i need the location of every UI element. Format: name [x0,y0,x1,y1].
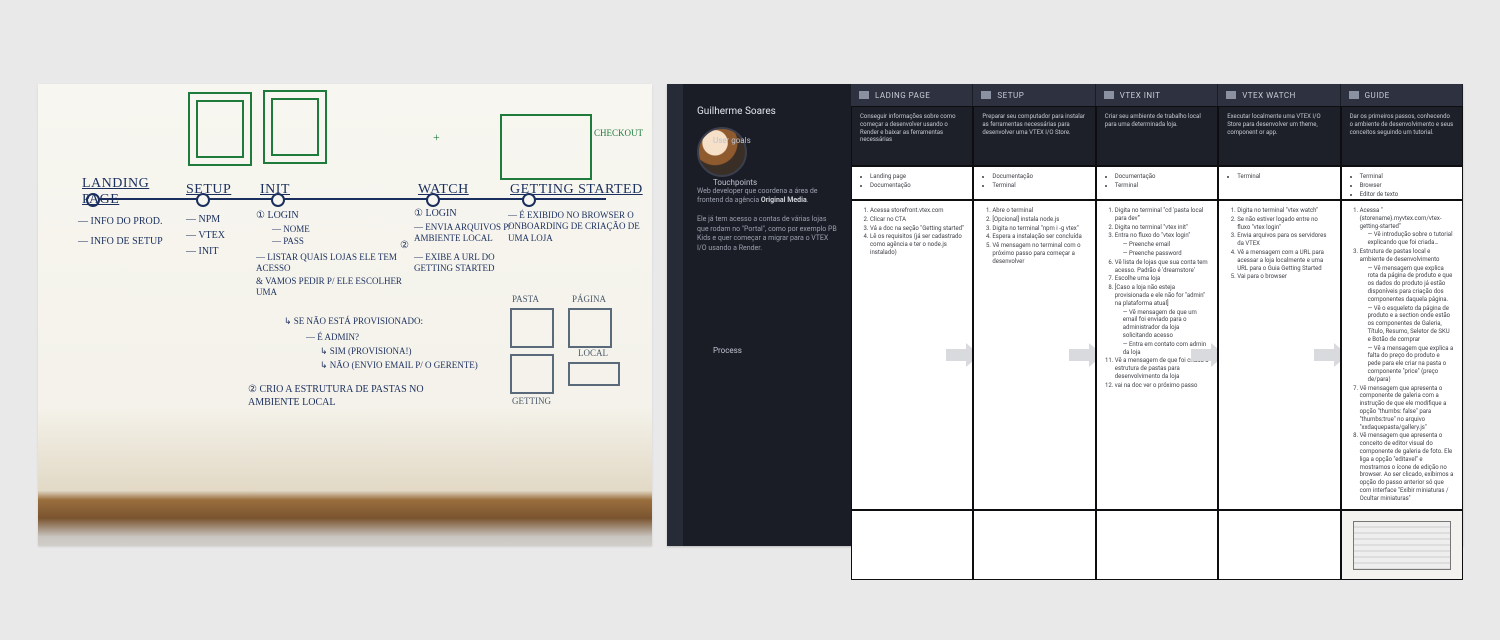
goal-cell[interactable]: Executar localmente uma VTEX I/O Store p… [1218,106,1340,166]
screens-row [851,510,1463,580]
wireframe-sketch [500,114,592,180]
box-sketch [568,308,612,348]
screens-cell[interactable] [1341,510,1463,580]
touch-cell[interactable]: TerminalBrowserEditor de textoEstrutura … [1341,166,1463,200]
col-header[interactable]: VTEX WATCH [1218,84,1340,106]
bullet: — INIT [186,246,219,259]
touch-cell[interactable]: Terminal [1218,166,1340,200]
step-title-getting: GETTING STARTED [510,182,643,198]
arrow-icon [946,343,973,367]
bullet: — É EXIBIDO NO BROWSER O ONBOARDING DE C… [508,210,652,244]
plus-icon: + [433,130,440,145]
sketch-label: LOCAL [578,348,608,359]
bullet: — NOME [272,224,310,235]
persona-name: Guilherme Soares [697,106,837,117]
drag-icon [1104,91,1114,99]
col-header[interactable]: GUIDE [1341,84,1463,106]
bullet: — VTEX [186,230,225,243]
timeline [86,198,606,200]
column-headers: LADING PAGE SETUP VTEX INIT VTEX WATCH G… [851,84,1463,106]
branch: ↳ SIM (PROVISIONA!) [320,346,412,357]
persona-description: Web developer que coordena a área de fro… [697,187,837,253]
avatar [697,127,747,177]
init-step: ② CRIO A ESTRUTURA DE PASTAS NO AMBIENTE… [248,384,468,409]
whiteboard-photo: + CHECKOUT LANDING PAGE SETUP INIT WATCH… [38,84,652,546]
step-title-landing: LANDING PAGE [82,176,162,208]
persona-sidebar: Guilherme Soares Web developer que coord… [683,84,851,546]
bullet: — INFO DO PROD. [78,216,162,229]
process-cell[interactable]: Digita no terminal "vtex watch"Se não es… [1218,200,1340,510]
arrow-icon [1314,343,1341,367]
wireframe-thumbnail [1353,521,1451,571]
sketch-label: PASTA [512,294,539,305]
wireframe-sketch [263,90,327,164]
drag-icon [1226,91,1236,99]
drag-icon [1349,91,1359,99]
process-cell[interactable]: Acessa storefront.vtex.comClicar no CTAV… [851,200,973,510]
step-title-watch: WATCH [418,182,469,198]
sketch-label: CHECKOUT [594,128,643,139]
row-label-goals: User goals [713,136,751,145]
sketch-label: PÁGINA [572,294,606,305]
bullet: — PASS [272,236,304,247]
screens-cell[interactable] [1096,510,1218,580]
bullet: — NPM [186,214,220,227]
bullet: — EXIBE A URL DO GETTING STARTED [414,252,524,275]
process-cell[interactable]: Abre o terminal[Opcional] instala node.j… [973,200,1095,510]
drag-icon [859,91,869,99]
col-header[interactable]: VTEX INIT [1096,84,1218,106]
step-title-init: INIT [260,182,290,198]
goals-row: Conseguir informações sobre como começar… [851,106,1463,166]
screens-cell[interactable] [973,510,1095,580]
box-sketch [510,308,554,348]
goal-cell[interactable]: Dar os primeiros passos, conhecendo o am… [1341,106,1463,166]
sketch-label: GETTING [512,396,551,407]
box-sketch [568,362,620,386]
col-header[interactable]: SETUP [973,84,1095,106]
goal-cell[interactable]: Conseguir informações sobre como começar… [851,106,973,166]
init-step: ① LOGIN [256,210,299,223]
screens-cell[interactable] [1218,510,1340,580]
goal-cell[interactable]: Criar seu ambiente de trabalho local par… [1096,106,1218,166]
wireframe-sketch [188,92,252,166]
journey-map-app: Guilherme Soares Web developer que coord… [667,84,1463,546]
bullet: — LISTAR QUAIS LOJAS ELE TEM ACESSO [256,252,406,275]
screens-cell[interactable] [851,510,973,580]
drag-icon [981,91,991,99]
col-header[interactable]: LADING PAGE [851,84,973,106]
row-label-process: Process [713,346,742,355]
watch-step: ① LOGIN [414,208,457,221]
branch: ↳ NÃO (ENVIO EMAIL P/ O GERENTE) [320,360,478,371]
arrow-icon [1191,343,1218,367]
process-cell[interactable]: Digita no terminal "cd 'pasta local para… [1096,200,1218,510]
branch: — É ADMIN? [306,332,359,343]
goal-cell[interactable]: Preparar seu computador para instalar as… [973,106,1095,166]
arrow-icon [1069,343,1096,367]
watch-step: ② [400,240,409,253]
touch-cell[interactable]: DocumentaçãoTerminal [1096,166,1218,200]
branch: ↳ SE NÃO ESTÁ PROVISIONADO: [284,316,423,327]
stage: + CHECKOUT LANDING PAGE SETUP INIT WATCH… [0,0,1500,640]
process-row: Acessa storefront.vtex.comClicar no CTAV… [851,200,1463,510]
touchpoints-row: Landing pageDocumentação DocumentaçãoTer… [851,166,1463,200]
touch-cell[interactable]: Landing pageDocumentação [851,166,973,200]
row-label-touch: Touchpoints [713,178,757,187]
journey-grid: LADING PAGE SETUP VTEX INIT VTEX WATCH G… [851,84,1463,546]
process-cell[interactable]: Acessa "{storename}.myvtex.com/vtex-gett… [1341,200,1463,510]
bullet: & VAMOS PEDIR P/ ELE ESCOLHER UMA [256,276,406,299]
app-rail[interactable] [667,84,683,546]
step-title-setup: SETUP [186,182,231,198]
touch-cell[interactable]: DocumentaçãoTerminal [973,166,1095,200]
box-sketch [510,354,554,394]
bullet: — INFO DE SETUP [78,236,163,249]
